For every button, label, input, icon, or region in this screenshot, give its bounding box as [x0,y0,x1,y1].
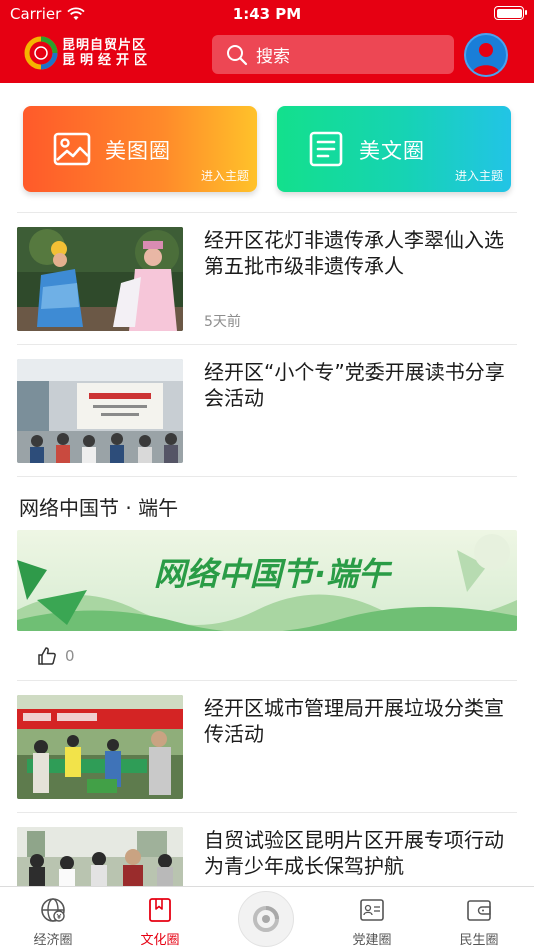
news-time: 5天前 [204,314,241,330]
like-count: 0 [65,647,75,665]
tab-label: 文化圈 [140,933,180,948]
search-bar[interactable]: 搜索 [212,35,454,74]
news-thumbnail [17,695,183,799]
news-item[interactable]: 经开区花灯非遗传承人李翠仙入选第五批市级非遗传承人 5天前 [17,227,517,331]
thumbs-up-icon [38,647,56,665]
news-title: 自贸试验区昆明片区开展专项行动 为青少年成长保驾护航 [204,828,504,878]
topic-title[interactable]: 网络中国节 · 端午 [19,492,178,521]
logo-text: 昆明自贸片区 昆明经开区 [62,38,152,68]
topic-banner[interactable]: 网络中国节·端午 [17,530,517,631]
meeting-room-image [17,359,183,463]
category-card-articles[interactable]: 美文圈 进入主题 [277,106,511,192]
tab-label: 民生圈 [459,933,499,948]
search-placeholder: 搜索 [256,47,290,67]
news-thumbnail [17,227,183,331]
globe-yuan-icon [41,898,65,922]
divider [17,476,517,477]
tab-culture[interactable]: 文化圈 [120,897,200,948]
tab-economy[interactable]: 经济圈 [13,897,93,948]
category-label: 美文圈 [359,139,425,163]
news-title: 经开区“小个专”党委开展读书分享会活动 [204,360,505,410]
status-bar: Carrier 1:43 PM [0,0,534,28]
tab-livelihood[interactable]: 民生圈 [439,897,519,948]
outdoor-event-image [17,695,183,799]
divider [17,344,517,345]
category-card-photos[interactable]: 美图圈 进入主题 [23,106,257,192]
app-header: Carrier 1:43 PM 昆明自贸片区 昆明经开区 搜索 [0,0,534,83]
news-title: 经开区城市管理局开展垃圾分类宣传活动 [204,696,504,746]
like-button[interactable]: 0 [37,646,75,666]
tab-label: 经济圈 [33,933,73,948]
dragon-boat-banner-image: 网络中国节·端午 [17,530,517,631]
divider [17,812,517,813]
user-avatar[interactable] [464,33,508,77]
divider [17,212,517,213]
logo-line-2: 昆明经开区 [62,53,153,68]
tab-party[interactable]: 党建圈 [332,897,412,948]
category-cards: 美图圈 进入主题 美文圈 进入主题 [23,106,511,192]
image-icon [53,132,91,166]
center-home-button[interactable] [238,891,294,947]
logo-line-1: 昆明自贸片区 [62,38,147,53]
swirl-logo-icon [253,906,279,932]
document-icon [309,131,343,167]
person-icon [472,43,500,75]
category-label: 美图圈 [105,139,171,163]
app-logo[interactable]: 昆明自贸片区 昆明经开区 [24,36,152,70]
battery-icon [494,6,527,20]
category-enter-link: 进入主题 [200,169,249,183]
news-item[interactable]: 经开区城市管理局开展垃圾分类宣传活动 [17,695,517,799]
bottom-tab-bar: 经济圈 文化圈 党建圈 民生圈 [0,886,534,950]
status-time: 1:43 PM [232,5,302,23]
search-icon [227,44,248,65]
logo-ring-icon [24,36,58,70]
tab-label: 党建圈 [352,933,392,948]
wallet-icon [467,900,491,921]
opera-performance-image [17,227,183,331]
news-thumbnail [17,359,183,463]
news-title: 经开区花灯非遗传承人李翠仙入选第五批市级非遗传承人 [204,228,504,278]
banner-text: 网络中国节·端午 [154,555,393,593]
category-enter-link: 进入主题 [454,169,503,183]
divider [17,680,517,681]
bookmark-book-icon [149,898,171,922]
news-item[interactable]: 经开区“小个专”党委开展读书分享会活动 [17,359,517,463]
id-card-icon [360,899,384,921]
